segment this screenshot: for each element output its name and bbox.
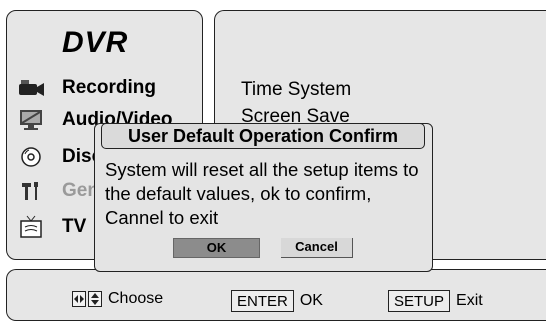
choose-hint: Choose (72, 290, 163, 308)
menu-item-disc[interactable]: Disc (16, 143, 102, 171)
dialog-message: System will reset all the setup items to… (105, 159, 419, 228)
monitor-icon (16, 108, 46, 132)
menu-item-tv[interactable]: TV (16, 213, 86, 241)
menu-item-recording[interactable]: Recording (16, 74, 156, 102)
menu-item-label: TV (62, 216, 87, 237)
menu-item-label: Recording (62, 77, 156, 98)
setup-label: Exit (456, 292, 483, 309)
setting-time-system[interactable]: Time System (241, 79, 351, 101)
tv-icon (16, 215, 46, 239)
menu-title: DVR (62, 26, 129, 59)
cancel-button[interactable]: Cancel (281, 238, 353, 258)
disc-icon (16, 145, 46, 169)
choose-label: Choose (108, 290, 164, 307)
arrow-keys-icon (72, 291, 102, 307)
enter-key: ENTER (231, 290, 294, 312)
enter-label: OK (299, 292, 323, 309)
dialog-title: User Default Operation Confirm (101, 123, 425, 149)
enter-hint: ENTER OK (231, 290, 323, 312)
tools-icon (16, 179, 46, 203)
setup-hint: SETUP Exit (388, 290, 483, 312)
confirm-dialog: User Default Operation Confirm System wi… (94, 123, 433, 272)
ok-button[interactable]: OK (173, 238, 260, 258)
camcorder-icon (16, 76, 46, 100)
setup-key: SETUP (388, 290, 451, 312)
